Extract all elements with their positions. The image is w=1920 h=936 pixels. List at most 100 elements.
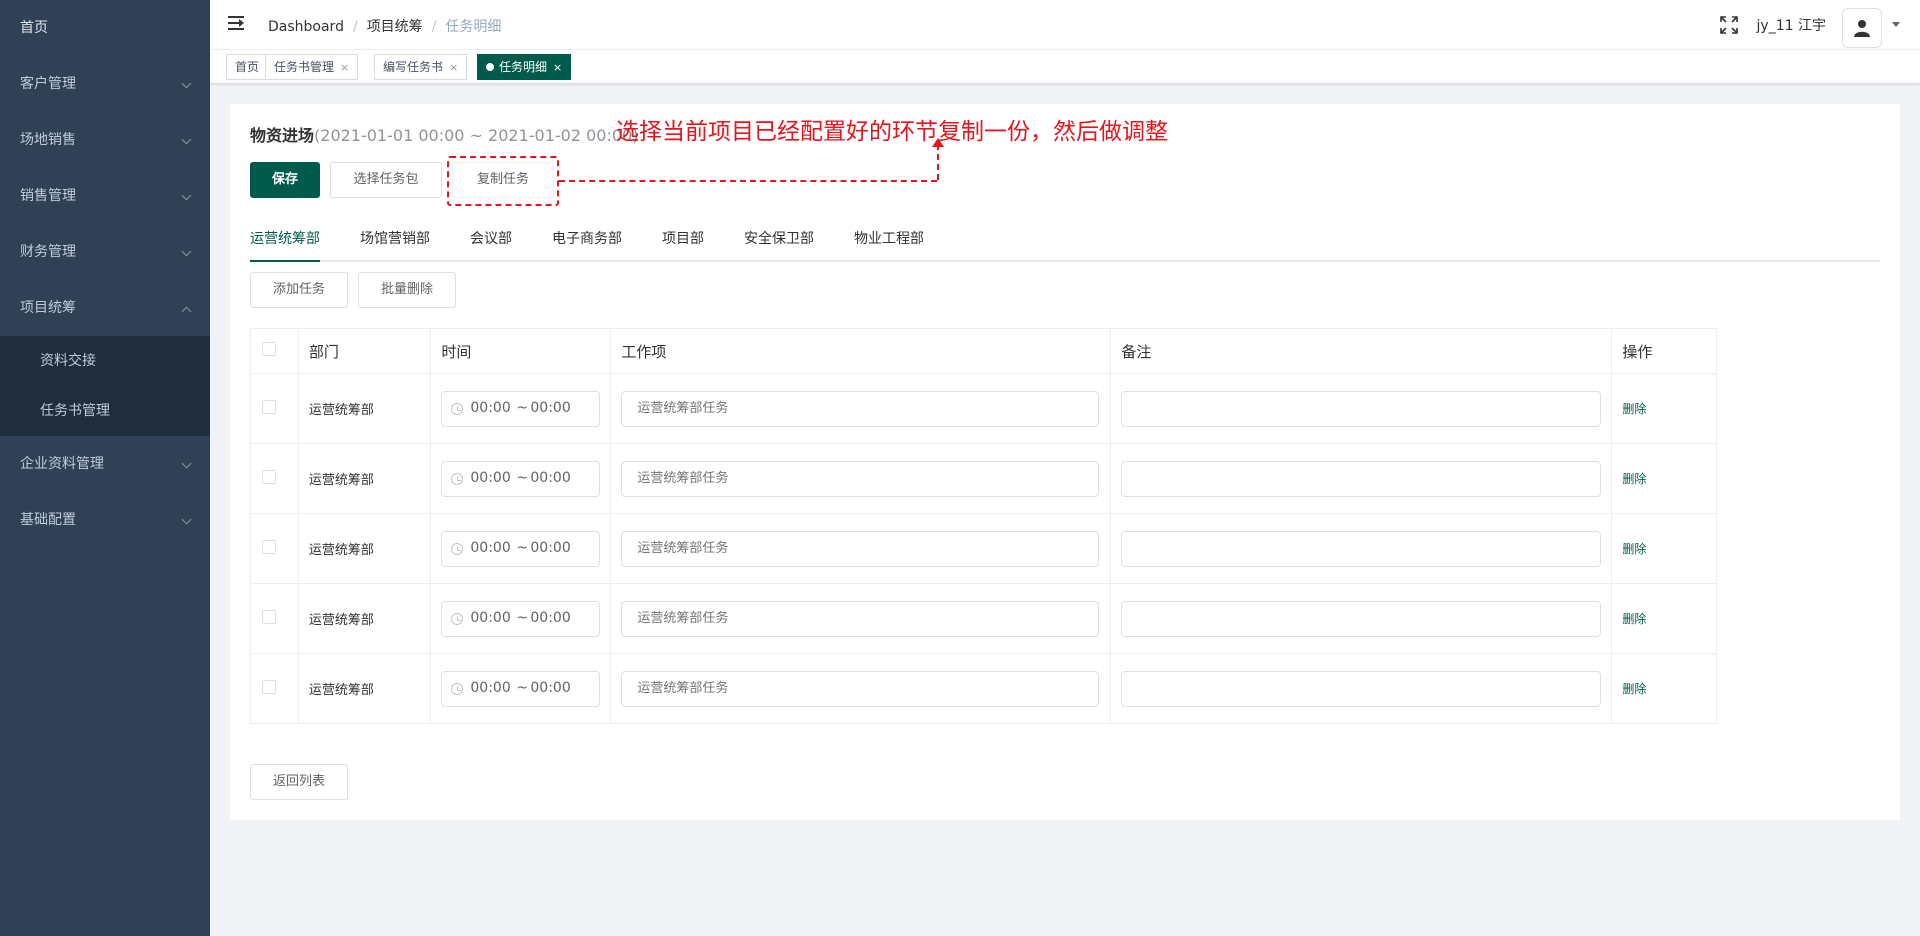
clock-icon (451, 542, 464, 555)
work-item-input[interactable] (621, 530, 1100, 567)
row-checkbox[interactable] (262, 469, 276, 484)
table-row: 运营统筹部00:00~00:00删除 (250, 653, 1717, 724)
batch-delete-button[interactable]: 批量删除 (358, 272, 456, 308)
op-cell: 删除 (1611, 653, 1717, 724)
sidebar-item-finance[interactable]: 财务管理 (0, 224, 210, 280)
range-separator: ~ (516, 679, 529, 696)
avatar[interactable] (1842, 8, 1882, 48)
tab-conference[interactable]: 会议部 (470, 228, 512, 248)
start-time: 00:00 (470, 609, 511, 626)
sidebar-item-project-coordination[interactable]: 项目统筹 (0, 280, 210, 336)
dept-text: 运营统筹部 (308, 613, 374, 628)
time-range-picker[interactable]: 00:00 ~00:00 (441, 670, 601, 707)
tag-label: 任务明细 (499, 60, 548, 74)
range-separator: ~ (516, 469, 529, 486)
sidebar-item-label: 基础配置 (20, 512, 76, 528)
sidebar-subitem-handover[interactable]: 资料交接 (0, 336, 210, 386)
row-checkbox[interactable] (262, 539, 276, 554)
op-cell: 删除 (1611, 583, 1717, 654)
start-time: 00:00 (470, 679, 511, 696)
breadcrumb-dashboard[interactable]: Dashboard (268, 19, 344, 35)
tag-write-task-book[interactable]: 编写任务书 × (374, 54, 468, 80)
tab-ecommerce[interactable]: 电子商务部 (552, 228, 622, 248)
row-checkbox[interactable] (262, 679, 276, 694)
sidebar-item-sales[interactable]: 销售管理 (0, 168, 210, 224)
row-checkbox[interactable] (262, 399, 276, 414)
table-header-row: 部门 时间 工作项 备注 操作 (250, 328, 1717, 374)
add-task-button[interactable]: 添加任务 (250, 272, 348, 308)
tag-home[interactable]: 首页 (226, 54, 269, 80)
tag-task-book-management[interactable]: 任务书管理 × (265, 54, 359, 80)
fullscreen-icon[interactable] (1720, 16, 1738, 34)
range-separator: ~ (516, 399, 529, 416)
sidebar-item-enterprise[interactable]: 企业资料管理 (0, 436, 210, 492)
dept-text: 运营统筹部 (308, 403, 374, 418)
time-cell: 00:00 ~00:00 (430, 443, 612, 514)
tags-view: 首页 任务书管理 × 编写任务书 × 任务明细 × (210, 50, 1920, 84)
user-icon (1854, 20, 1870, 37)
note-cell (1110, 373, 1613, 444)
close-icon[interactable]: × (340, 61, 349, 74)
tab-venue-marketing[interactable]: 场馆营销部 (360, 228, 430, 248)
annotation-box (447, 156, 559, 206)
sidebar-subitem-task-book[interactable]: 任务书管理 (0, 386, 210, 436)
delete-link[interactable]: 删除 (1622, 682, 1646, 696)
tag-label: 首页 (235, 60, 260, 74)
op-cell: 删除 (1611, 513, 1717, 584)
sidebar-item-customers[interactable]: 客户管理 (0, 56, 210, 112)
tab-property[interactable]: 物业工程部 (854, 228, 924, 248)
close-icon[interactable]: × (553, 61, 562, 74)
time-range-picker[interactable]: 00:00 ~00:00 (441, 600, 601, 637)
save-button[interactable]: 保存 (250, 162, 320, 198)
tab-operations[interactable]: 运营统筹部 (250, 228, 320, 248)
header-note: 备注 (1110, 328, 1613, 374)
table-row: 运营统筹部 00:00~00:00 删除 (250, 373, 1717, 444)
username[interactable]: jy_11 江宇 (1757, 15, 1826, 35)
note-input[interactable] (1121, 530, 1602, 567)
work-cell (610, 373, 1112, 444)
note-input[interactable] (1121, 600, 1602, 637)
chevron-down-icon (181, 134, 192, 145)
start-time: 00:00 (470, 469, 511, 486)
sidebar-item-label: 销售管理 (20, 188, 76, 204)
select-all-checkbox[interactable] (262, 342, 276, 356)
time-range-picker[interactable]: 00:00 ~00:00 (441, 390, 601, 427)
sidebar-item-home[interactable]: 首页 (0, 0, 210, 56)
header-op: 操作 (1611, 328, 1717, 374)
work-item-input[interactable] (621, 390, 1100, 427)
sidebar-item-config[interactable]: 基础配置 (0, 492, 210, 548)
close-icon[interactable]: × (449, 61, 458, 74)
work-item-input[interactable] (621, 460, 1100, 497)
work-item-input[interactable] (621, 670, 1100, 707)
time-range-picker[interactable]: 00:00 ~00:00 (441, 460, 601, 497)
tag-task-detail[interactable]: 任务明细 × (477, 54, 572, 80)
delete-link[interactable]: 删除 (1622, 542, 1646, 556)
note-input[interactable] (1121, 670, 1602, 707)
title-date-range: (2021-01-01 00:00 ~ 2021-01-02 00:00) (314, 126, 639, 145)
delete-link[interactable]: 删除 (1622, 402, 1646, 416)
dept-cell: 运营统筹部 (297, 373, 432, 444)
delete-link[interactable]: 删除 (1622, 612, 1646, 626)
tab-project[interactable]: 项目部 (662, 228, 704, 248)
dept-cell: 运营统筹部 (297, 443, 432, 514)
dept-text: 运营统筹部 (308, 473, 374, 488)
breadcrumb-current: 任务明细 (445, 19, 502, 35)
breadcrumb-project[interactable]: 项目统筹 (367, 19, 423, 35)
work-item-input[interactable] (621, 600, 1100, 637)
note-input[interactable] (1121, 460, 1602, 497)
delete-link[interactable]: 删除 (1622, 472, 1646, 486)
note-input[interactable] (1121, 390, 1602, 427)
tab-security[interactable]: 安全保卫部 (744, 228, 814, 248)
sidebar-item-venue-sales[interactable]: 场地销售 (0, 112, 210, 168)
caret-down-icon[interactable] (1892, 22, 1900, 27)
tag-label: 编写任务书 (383, 60, 444, 74)
hamburger-icon[interactable] (228, 16, 244, 30)
time-range-picker[interactable]: 00:00 ~00:00 (441, 530, 601, 567)
chevron-down-icon (181, 246, 192, 257)
work-cell (610, 443, 1112, 514)
note-cell (1110, 653, 1613, 724)
row-checkbox[interactable] (262, 609, 276, 624)
select-package-button[interactable]: 选择任务包 (330, 162, 442, 198)
header-time: 时间 (430, 328, 612, 374)
back-to-list-button[interactable]: 返回列表 (250, 764, 348, 800)
